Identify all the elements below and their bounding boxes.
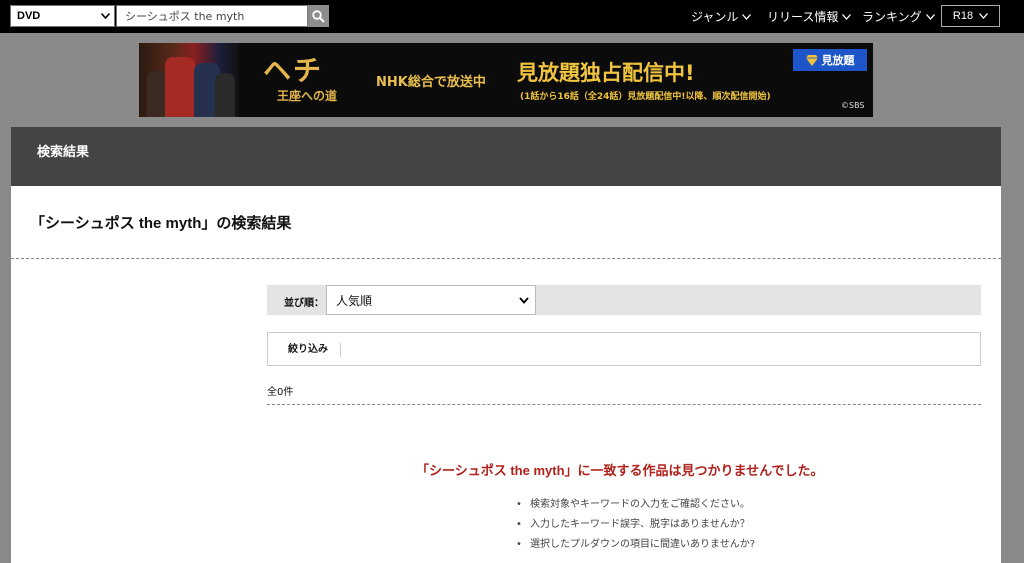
nav-release-label: リリース情報 bbox=[767, 10, 839, 24]
sort-label: 並び順： bbox=[284, 298, 324, 309]
banner-cast-photo bbox=[139, 43, 239, 117]
banner-logo: ヘチ bbox=[263, 54, 324, 87]
banner-badge-label: 見放題 bbox=[821, 54, 855, 67]
list-item: 検索対象やキーワードの入力をご確認ください。 bbox=[516, 495, 755, 515]
sort-select-value: 人気順 bbox=[336, 293, 373, 308]
sort-bar: 並び順： 人気順 bbox=[267, 285, 981, 315]
search-button[interactable] bbox=[308, 5, 329, 27]
search-input-value: シーシュポス the myth bbox=[125, 10, 245, 23]
chevron-down-icon bbox=[742, 13, 752, 20]
banner-copyright: ©SBS bbox=[841, 101, 865, 110]
chevron-down-icon bbox=[519, 296, 529, 304]
result-count: 全0件 bbox=[267, 387, 294, 398]
sort-select[interactable]: 人気順 bbox=[326, 285, 536, 315]
nav-genre-label: ジャンル bbox=[691, 10, 739, 24]
tips-list: 検索対象やキーワードの入力をご確認ください。 入力したキーワード誤字、脱字はあり… bbox=[516, 495, 755, 555]
nav-genre[interactable]: ジャンル bbox=[691, 0, 752, 33]
banner-badge: 見放題 bbox=[793, 49, 867, 71]
banner-detail: (1話から16話（全24話）見放題配信中!以降、順次配信開始) bbox=[520, 92, 771, 102]
banner-headline: 見放題独占配信中! bbox=[517, 61, 695, 85]
nav-ranking[interactable]: ランキング bbox=[862, 0, 935, 33]
category-select[interactable]: DVD bbox=[10, 5, 115, 27]
filter-bar: 絞り込み bbox=[267, 332, 981, 366]
category-select-value: DVD bbox=[17, 10, 41, 22]
page-title: 「シーシュポス the myth」の検索結果 bbox=[30, 215, 292, 232]
chevron-down-icon bbox=[101, 13, 110, 19]
search-icon bbox=[312, 9, 325, 23]
search-input[interactable]: シーシュポス the myth bbox=[116, 5, 308, 27]
search-results-panel: 検索結果 「シーシュポス the myth」の検索結果 並び順： 人気順 絞り込… bbox=[11, 127, 1001, 563]
list-item: 選択したプルダウンの項目に間違いありませんか? bbox=[516, 535, 755, 555]
panel-header: 検索結果 bbox=[11, 127, 1001, 186]
diamond-icon bbox=[805, 54, 818, 66]
list-item: 入力したキーワード誤字、脱字はありませんか？ bbox=[516, 515, 755, 535]
divider bbox=[267, 404, 981, 405]
filter-button[interactable]: 絞り込み bbox=[288, 343, 341, 357]
panel-header-title: 検索結果 bbox=[37, 145, 90, 160]
banner-broadcast-text: NHK総合で放送中 bbox=[376, 75, 486, 90]
banner-logo-subtitle: 王座への道 bbox=[277, 89, 338, 103]
promo-banner[interactable]: ヘチ 王座への道 NHK総合で放送中 見放題独占配信中! (1話から16話（全2… bbox=[139, 43, 873, 117]
divider bbox=[11, 258, 1001, 259]
r18-button[interactable]: R18 bbox=[941, 5, 1000, 27]
r18-label: R18 bbox=[952, 10, 974, 22]
not-found-message: 「シーシュポス the myth」に一致する作品は見つかりませんでした。 bbox=[416, 463, 824, 478]
chevron-down-icon bbox=[979, 13, 989, 19]
chevron-down-icon bbox=[925, 13, 935, 20]
nav-release[interactable]: リリース情報 bbox=[767, 0, 852, 33]
chevron-down-icon bbox=[842, 13, 852, 20]
nav-ranking-label: ランキング bbox=[862, 10, 922, 24]
top-bar: DVD シーシュポス the myth ジャンル リリース情報 ランキング R1… bbox=[0, 0, 1024, 33]
